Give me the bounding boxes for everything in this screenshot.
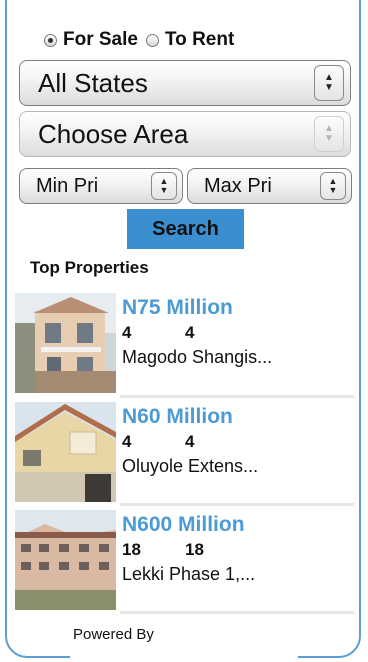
top-properties-heading: Top Properties: [30, 258, 149, 277]
min-price-value: Min Pri: [36, 174, 99, 197]
property-price[interactable]: N600 Million: [122, 513, 245, 537]
property-price[interactable]: N60 Million: [122, 405, 233, 429]
to-rent-radio[interactable]: [145, 33, 159, 47]
area-select-arrows-icon: ▲ ▼: [314, 116, 344, 152]
property-location[interactable]: Oluyole Extens...: [122, 456, 258, 477]
property-photo[interactable]: [15, 402, 116, 502]
property-baths: 4: [185, 323, 195, 342]
for-sale-radio[interactable]: [44, 33, 57, 47]
state-select-value: All States: [38, 67, 148, 98]
property-divider: [120, 395, 354, 398]
property-baths: 4: [185, 432, 195, 451]
powered-by-label: Powered By: [73, 626, 154, 643]
property-item[interactable]: N600 Million 18 18 Lekki Phase 1,...: [15, 510, 355, 610]
property-location[interactable]: Lekki Phase 1,...: [122, 564, 255, 585]
property-photo[interactable]: [15, 510, 116, 610]
max-price-arrows-icon: ▲ ▼: [320, 172, 346, 200]
listing-type-radio-group: For Sale To Rent: [44, 28, 242, 52]
min-price-select[interactable]: Min Pri ▲ ▼: [19, 168, 183, 204]
property-photo[interactable]: [15, 293, 116, 393]
property-beds: 4: [122, 432, 132, 451]
property-divider: [120, 611, 354, 614]
property-location[interactable]: Magodo Shangis...: [122, 347, 272, 368]
max-price-select[interactable]: Max Pri ▲ ▼: [187, 168, 352, 204]
property-beds: 4: [122, 323, 132, 342]
to-rent-label[interactable]: To Rent: [165, 29, 234, 51]
area-select-value: Choose Area: [38, 118, 189, 149]
search-button[interactable]: Search: [127, 209, 244, 249]
property-beds: 18: [122, 540, 141, 559]
min-price-arrows-icon: ▲ ▼: [151, 172, 177, 200]
for-sale-label[interactable]: For Sale: [63, 29, 138, 51]
state-select[interactable]: All States ▲ ▼: [19, 60, 351, 106]
property-item[interactable]: N75 Million 4 4 Magodo Shangis...: [15, 293, 355, 393]
property-baths: 18: [185, 540, 204, 559]
property-item[interactable]: N60 Million 4 4 Oluyole Extens...: [15, 402, 355, 502]
property-price[interactable]: N75 Million: [122, 296, 233, 320]
max-price-value: Max Pri: [204, 174, 272, 197]
property-divider: [120, 503, 354, 506]
area-select[interactable]: Choose Area ▲ ▼: [19, 111, 351, 157]
state-select-arrows-icon: ▲ ▼: [314, 65, 344, 101]
